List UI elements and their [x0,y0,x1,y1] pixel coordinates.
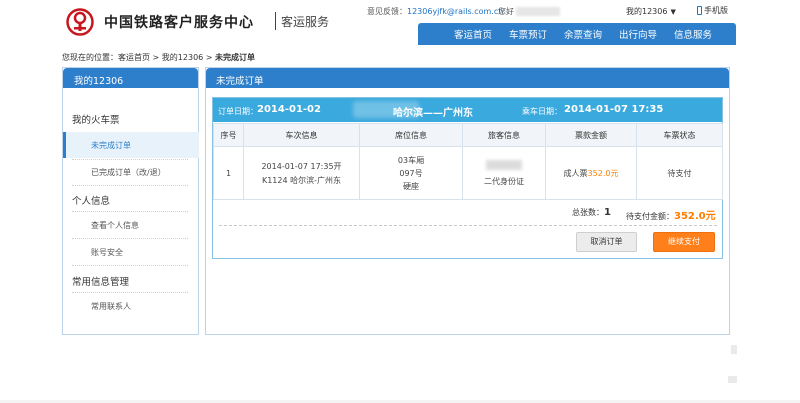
column-header: 席位信息 [359,123,463,147]
ride-date: 2014-01-07 17:35 [564,104,664,115]
cancel-order-button[interactable]: 取消订单 [576,232,637,252]
total-amount: 待支付金额：352.0元 [626,207,716,222]
column-header: 旅客信息 [462,123,546,147]
sidebar-item-contacts[interactable]: 常用联系人 [63,301,131,312]
row-index: 1 [213,146,244,200]
decorative-artifact [728,376,737,383]
divider [72,292,188,293]
column-header: 序号 [213,123,244,147]
phone-icon [697,6,702,15]
train-info-cell: 2014-01-07 17:35开 K1124 哈尔滨-广州东 [243,146,360,200]
total-count-value: 1 [604,207,611,218]
main-panel: 未完成订单 订单日期： 2014-01-02 哈尔滨——广州东 乘车日期： 20… [205,67,730,335]
feedback-email-link[interactable]: 12306yjfk@rails.com.cn [407,7,503,16]
column-header: 票款金额 [545,123,637,147]
divider [219,225,717,226]
ticket-table: 序号 车次信息 席位信息 旅客信息 票款金额 车票状态 1 2014-01-07… [213,123,723,200]
table-row: 1 2014-01-07 17:35开 K1124 哈尔滨-广州东 03车厢 0… [213,146,723,200]
my12306-label: 我的12306 [626,7,668,16]
total-amount-value: 352.0元 [674,211,716,222]
column-header: 车次信息 [243,123,360,147]
nav-item-travel-guide[interactable]: 出行向导 [619,27,657,41]
sidebar-item-unfinished-orders[interactable]: 未完成订单 [63,140,131,151]
order-date: 2014-01-02 [257,104,321,115]
divider [72,211,188,212]
brand-subtitle: 客运服务 [281,15,330,29]
feedback: 意见反馈：12306yjfk@rails.com.cn [367,6,503,17]
main-title: 未完成订单 [206,68,729,88]
sidebar-group-personal: 个人信息 [72,196,111,207]
decorative-artifact [731,345,737,354]
breadcrumb-separator: > [150,53,162,62]
order-date-label: 订单日期： [218,107,258,116]
total-count-label: 总张数： [572,208,604,217]
train-number-route: K1124 哈尔滨-广州东 [261,175,342,185]
passenger-info-cell: 二代身份证 [462,146,546,200]
nav-item-booking[interactable]: 车票预订 [509,27,547,41]
total-count: 总张数：1 [572,207,611,218]
passenger-id-type: 二代身份证 [484,176,524,186]
my12306-menu[interactable]: 我的12306 ▼ [626,6,676,17]
table-header-row: 序号 车次信息 席位信息 旅客信息 票款金额 车票状态 [213,123,723,147]
greeting-label: 您好 [498,7,514,16]
seat-car: 03车厢 [397,155,425,165]
divider [72,265,188,266]
brand-title: 中国铁路客户服务中心 [104,15,254,31]
feedback-label: 意见反馈： [367,7,407,16]
train-departure: 2014-01-07 17:35开 [261,161,342,171]
order-summary-bar: 订单日期： 2014-01-02 哈尔滨——广州东 乘车日期： 2014-01-… [213,98,722,122]
divider [72,238,188,239]
site-header: 中国铁路客户服务中心 客运服务 意见反馈：12306yjfk@rails.com… [0,0,800,46]
masked-username [516,7,560,16]
divider [72,159,188,160]
mobile-label: 手机版 [704,6,728,15]
ride-date-label: 乘车日期： [522,107,562,116]
mobile-link[interactable]: 手机版 [697,5,728,16]
column-header: 车票状态 [636,123,723,147]
breadcrumb-current: 未完成订单 [215,53,256,62]
seat-number: 097号 [399,168,423,178]
sidebar: 我的12306 我的火车票 未完成订单 已完成订单（改/退） 个人信息 查看个人… [62,67,199,335]
sidebar-item-view-profile[interactable]: 查看个人信息 [63,220,139,231]
seat-info-cell: 03车厢 097号 硬座 [359,146,463,200]
sidebar-group-tickets: 我的火车票 [72,115,120,126]
nav-item-home[interactable]: 客运首页 [454,27,492,41]
breadcrumb-home[interactable]: 客运首页 [118,53,150,62]
status-cell: 待支付 [636,146,723,200]
railway-logo-icon[interactable] [66,8,94,36]
order-card: 订单日期： 2014-01-02 哈尔滨——广州东 乘车日期： 2014-01-… [212,97,723,259]
divider [72,185,188,186]
total-amount-label: 待支付金额： [626,212,674,221]
breadcrumb-separator: > [203,53,216,62]
breadcrumb-my12306[interactable]: 我的12306 [162,53,203,62]
ticket-type: 成人票 [563,168,588,178]
greeting: 您好 [498,6,560,17]
price-cell: 成人票352.0元 [545,146,637,200]
nav-item-info-service[interactable]: 信息服务 [674,27,712,41]
main-nav: 客运首页 车票预订 余票查询 出行向导 信息服务 [418,23,736,45]
breadcrumb: 您现在的位置：客运首页 > 我的12306 > 未完成订单 [62,52,255,63]
sidebar-item-finished-orders[interactable]: 已完成订单（改/退） [63,167,166,178]
breadcrumb-prefix: 您现在的位置： [62,53,118,62]
ticket-price: 352.0元 [587,168,619,178]
sidebar-group-common-info: 常用信息管理 [72,277,130,288]
brand-divider [275,12,276,30]
seat-type: 硬座 [403,181,419,191]
sidebar-item-account-security[interactable]: 账号安全 [63,247,123,258]
masked-passenger-name [486,159,522,170]
continue-payment-button[interactable]: 继续支付 [653,232,715,252]
caret-down-icon: ▼ [670,8,676,16]
nav-item-remaining-tickets[interactable]: 余票查询 [564,27,602,41]
sidebar-title: 我的12306 [63,68,198,88]
order-route: 哈尔滨——广州东 [393,108,473,119]
